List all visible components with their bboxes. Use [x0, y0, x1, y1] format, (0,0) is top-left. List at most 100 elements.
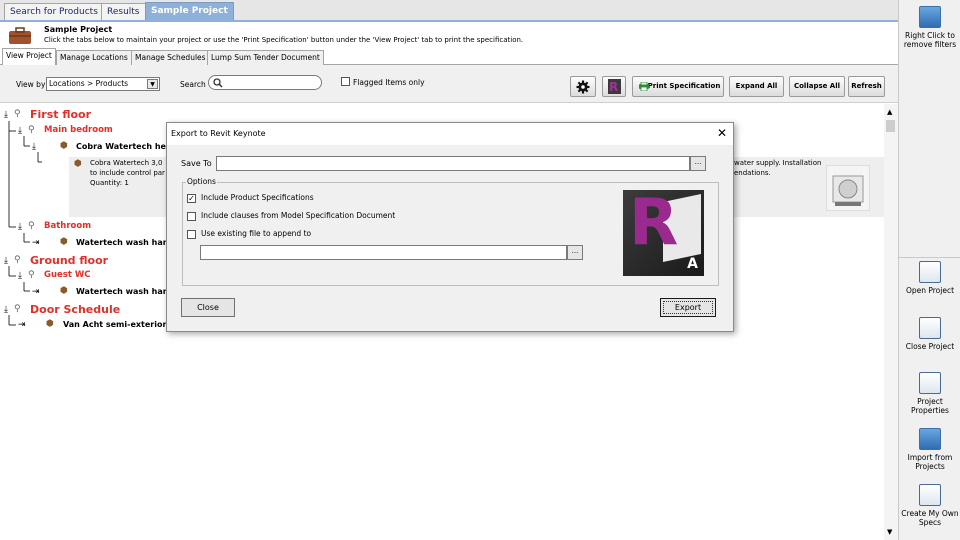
- location-pin-icon: ⚲: [14, 255, 21, 265]
- revit-logo-letter: A: [687, 256, 698, 272]
- scroll-down-icon[interactable]: ▼: [887, 528, 892, 536]
- product-detail-line-1: Cobra Watertech 3,0: [90, 159, 163, 167]
- include-product-specs-checkbox[interactable]: ✓: [187, 194, 196, 203]
- import-icon: [919, 428, 941, 450]
- print-specification-label: Print Specification: [647, 82, 721, 90]
- import-projects-label: Import from Projects: [907, 453, 953, 471]
- tab-manage-schedules[interactable]: Manage Schedules: [131, 50, 210, 65]
- collapsed-arrow-icon[interactable]: ⇥: [32, 287, 40, 297]
- project-properties-label: Project Properties: [911, 397, 949, 415]
- folder-close-icon: [919, 317, 941, 339]
- existing-file-input[interactable]: [200, 245, 567, 260]
- tree-location-guest-wc[interactable]: Guest WC: [44, 270, 91, 280]
- use-existing-file-label: Use existing file to append to: [201, 229, 312, 238]
- product-detail-right-1: water supply. Installation: [734, 159, 822, 167]
- tree-product-wash-hand-2[interactable]: Watertech wash hand: [76, 287, 174, 296]
- printer-icon: [639, 82, 649, 91]
- options-legend: Options: [186, 177, 217, 186]
- close-project-label: Close Project: [905, 342, 955, 351]
- include-clauses-label: Include clauses from Model Specification…: [201, 211, 396, 220]
- tab-manage-locations[interactable]: Manage Locations: [56, 50, 132, 65]
- scroll-up-icon[interactable]: ▲: [887, 108, 892, 116]
- close-project-button[interactable]: Close Project: [899, 317, 960, 351]
- save-to-browse-button[interactable]: ...: [690, 156, 706, 171]
- collapse-all-button[interactable]: Collapse All: [789, 76, 845, 97]
- expand-arrow-icon[interactable]: ⤓: [18, 271, 22, 281]
- product-cube-icon: ⬢: [74, 159, 82, 169]
- view-by-select[interactable]: Locations > Products ▼: [46, 77, 160, 91]
- revit-export-button[interactable]: R: [602, 76, 626, 97]
- tree-location-door-schedule[interactable]: Door Schedule: [30, 303, 120, 316]
- expand-all-button[interactable]: Expand All: [729, 76, 784, 97]
- search-label: Search: [180, 80, 206, 89]
- project-briefcase-icon: [9, 27, 31, 44]
- expand-arrow-icon[interactable]: ⤓: [4, 305, 8, 315]
- use-existing-file-checkbox[interactable]: [187, 230, 196, 239]
- product-cube-icon: ⬢: [60, 141, 68, 151]
- close-icon[interactable]: ✕: [717, 126, 727, 140]
- save-to-input[interactable]: [216, 156, 690, 171]
- location-pin-icon: ⚲: [14, 109, 21, 119]
- expand-arrow-icon[interactable]: ⤓: [4, 110, 8, 120]
- product-cube-icon: ⬢: [60, 237, 68, 247]
- existing-file-browse-button[interactable]: ...: [567, 245, 583, 260]
- search-input[interactable]: [208, 75, 322, 90]
- project-properties-button[interactable]: Project Properties: [899, 372, 960, 415]
- expand-arrow-icon[interactable]: ⤓: [18, 222, 22, 232]
- tab-search-for-products[interactable]: Search for Products: [4, 3, 104, 20]
- export-button[interactable]: Export: [660, 298, 716, 317]
- expand-arrow-icon[interactable]: ⤓: [4, 256, 8, 266]
- include-clauses-checkbox[interactable]: [187, 212, 196, 221]
- flagged-items-label: Flagged Items only: [353, 78, 425, 87]
- toolbar: View by Locations > Products ▼ Search Fl…: [0, 65, 898, 103]
- refresh-button[interactable]: Refresh: [848, 76, 885, 97]
- tree-product-van-acht[interactable]: Van Acht semi-exterior d: [63, 320, 175, 329]
- tree-location-bathroom[interactable]: Bathroom: [44, 221, 91, 231]
- keyboard-icon: [919, 484, 941, 506]
- location-pin-icon: ⚲: [28, 221, 35, 231]
- project-header: Sample Project Click the tabs below to m…: [0, 20, 898, 47]
- location-pin-icon: ⚲: [28, 125, 35, 135]
- gear-icon: [576, 80, 590, 94]
- tab-view-project[interactable]: View Project: [2, 48, 56, 65]
- collapsed-arrow-icon[interactable]: ⇥: [32, 238, 40, 248]
- project-description: Click the tabs below to maintain your pr…: [44, 36, 524, 44]
- collapsed-arrow-icon[interactable]: ⇥: [18, 320, 26, 330]
- create-specs-button[interactable]: Create My Own Specs: [899, 484, 960, 527]
- close-button[interactable]: Close: [181, 298, 235, 317]
- tree-location-main-bedroom[interactable]: Main bedroom: [44, 125, 113, 135]
- tab-lump-sum-tender[interactable]: Lump Sum Tender Document: [207, 50, 324, 65]
- view-by-label: View by: [16, 80, 46, 89]
- tab-results[interactable]: Results: [101, 3, 146, 20]
- scrollbar-thumb[interactable]: [886, 120, 895, 132]
- print-specification-button[interactable]: Print Specification: [632, 76, 724, 97]
- open-project-button[interactable]: Open Project: [899, 261, 960, 295]
- sub-tab-bar: View Project Manage Locations Manage Sch…: [0, 48, 898, 65]
- location-pin-icon: ⚲: [28, 270, 35, 280]
- right-action-panel: Right Click to remove filters Open Proje…: [898, 0, 960, 540]
- tree-location-ground-floor[interactable]: Ground floor: [30, 254, 108, 267]
- flagged-items-checkbox[interactable]: [341, 77, 350, 86]
- tree-location-first-floor[interactable]: First floor: [30, 108, 91, 121]
- project-title: Sample Project: [44, 25, 113, 34]
- revit-icon: R: [608, 79, 621, 94]
- export-revit-keynote-dialog: Export to Revit Keynote ✕ Save To ... Op…: [166, 122, 734, 332]
- tab-sample-project[interactable]: Sample Project: [145, 2, 234, 20]
- chevron-down-icon[interactable]: ▼: [147, 79, 158, 89]
- settings-button[interactable]: [570, 76, 596, 97]
- folder-open-icon: [919, 261, 941, 283]
- panel-divider: [899, 257, 960, 258]
- expand-arrow-icon[interactable]: ⤓: [32, 142, 36, 152]
- product-cube-icon: ⬢: [46, 319, 54, 329]
- product-detail-line-2: to include control par: [90, 169, 165, 177]
- tree-scrollbar[interactable]: ▲ ▼: [884, 104, 898, 540]
- product-detail-right-2: endations.: [734, 169, 771, 177]
- remove-filters-button[interactable]: Right Click to remove filters: [899, 6, 960, 49]
- location-pin-icon: ⚲: [14, 304, 21, 314]
- dialog-title: Export to Revit Keynote: [171, 129, 266, 138]
- tree-product-cobra[interactable]: Cobra Watertech heat: [76, 142, 175, 151]
- dialog-titlebar[interactable]: Export to Revit Keynote ✕: [167, 123, 733, 145]
- expand-arrow-icon[interactable]: ⤓: [18, 126, 22, 136]
- tree-product-wash-hand-1[interactable]: Watertech wash hand: [76, 238, 174, 247]
- import-projects-button[interactable]: Import from Projects: [899, 428, 960, 471]
